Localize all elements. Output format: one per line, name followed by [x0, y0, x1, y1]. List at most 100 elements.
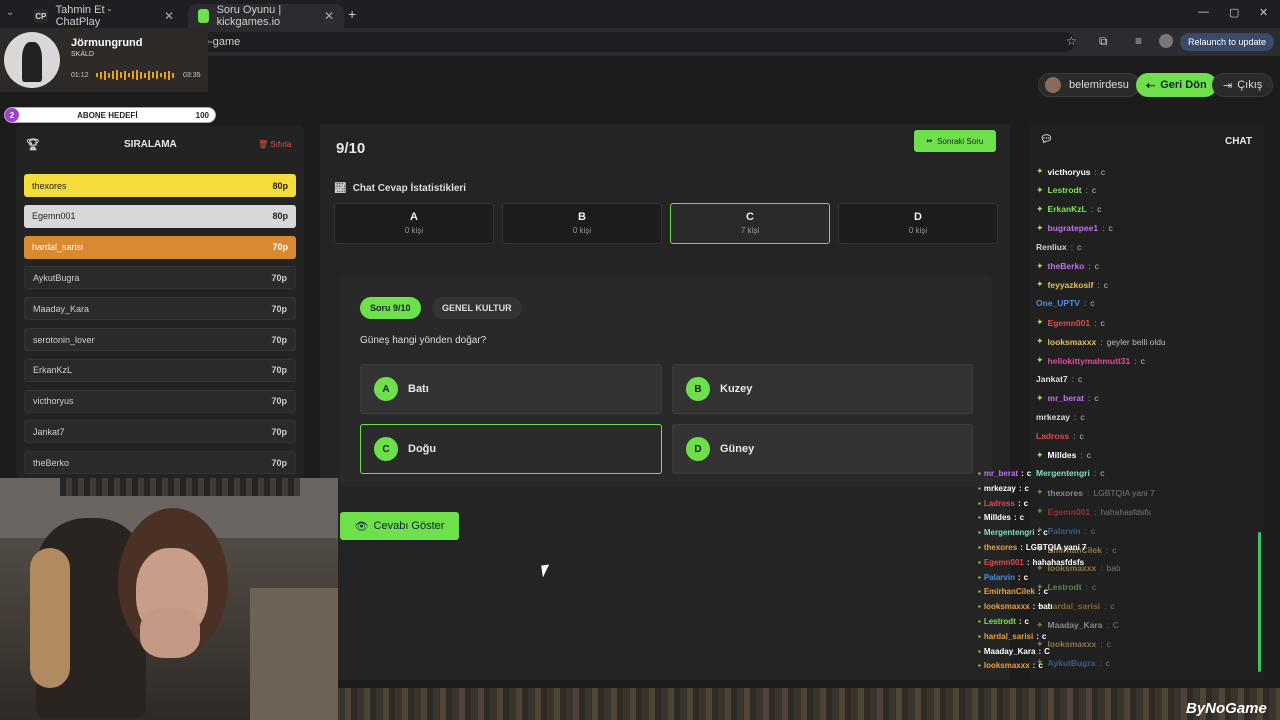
- chat-user[interactable]: mrkezay: [1036, 412, 1070, 422]
- overlay-text: c: [1024, 617, 1029, 626]
- relaunch-button[interactable]: Relaunch to update: [1180, 33, 1275, 51]
- overlay-user: Mergentengri: [983, 528, 1035, 538]
- player-points: 70p: [271, 396, 287, 407]
- tab-chatplay[interactable]: CP Tahmin Et - ChatPlay ✕: [24, 4, 184, 28]
- colon-separator: :: [1102, 223, 1105, 234]
- kickgames-icon: [198, 9, 209, 23]
- leaderboard-row: AykutBugra 70p: [24, 266, 296, 290]
- overlay-text: c: [1038, 661, 1043, 671]
- stat-count: 7 kişi: [740, 226, 760, 235]
- overlay-user: hardal_sarisi: [983, 631, 1034, 641]
- chat-user[interactable]: Jankat7: [1036, 374, 1068, 384]
- chat-text: c: [1078, 373, 1083, 384]
- overlay-chat-line: ▪ Maaday_Kara: C: [978, 647, 1050, 656]
- chat-title: CHAT: [1224, 136, 1252, 147]
- question-badge: Soru 9/10: [360, 297, 421, 319]
- chat-user[interactable]: victhoryus: [1048, 167, 1091, 177]
- chat-header: 💬︎ CHAT: [1030, 130, 1264, 154]
- answer-key-badge: A: [374, 377, 398, 401]
- profile-avatar[interactable]: [1159, 34, 1173, 48]
- player-name: serotonin_lover: [33, 334, 95, 345]
- back-button[interactable]: ⇠ Geri Dön: [1136, 73, 1217, 97]
- overlay-user: Ladross: [983, 498, 1015, 508]
- stat-key: D: [914, 211, 922, 223]
- chat-user[interactable]: bugratepee1: [1048, 223, 1099, 233]
- overlay-badge-icon: ▪: [978, 469, 981, 478]
- leaderboard-row: thexores 80p: [24, 174, 296, 197]
- show-answer-button[interactable]: 👁︎ Cevabı Göster: [340, 512, 459, 540]
- answer-option-c[interactable]: C Doğu: [360, 424, 662, 474]
- answer-stat-b: B 0 kişi: [502, 203, 662, 244]
- overlay-chat-line: ▪ Palarvin: c: [978, 573, 1028, 582]
- overlay-user: Egemn001: [983, 557, 1024, 567]
- chat-user[interactable]: hellokittymahmutt31: [1048, 356, 1131, 366]
- bookmark-star-icon[interactable]: ☆: [1066, 34, 1077, 48]
- overlay-text: c: [1041, 631, 1047, 641]
- chat-user[interactable]: Ladross: [1036, 431, 1069, 441]
- tab-search-icon[interactable]: ⌄: [6, 7, 14, 18]
- stat-count: 0 kişi: [404, 226, 424, 235]
- player-name: Egemn001: [32, 211, 76, 222]
- exit-button[interactable]: ⇥ Çıkış: [1212, 73, 1274, 97]
- leaderboard-row: ErkanKzL 70p: [24, 358, 296, 382]
- user-chip[interactable]: belemirdesu: [1038, 73, 1140, 97]
- reset-button[interactable]: 🗑︎ Sıfırla: [258, 140, 291, 149]
- chat-user[interactable]: Egemn001: [1048, 318, 1091, 328]
- next-question-button[interactable]: ⏩︎ Sonraki Soru: [914, 130, 996, 152]
- colon-separator: :: [1032, 661, 1036, 671]
- stat-key: A: [410, 211, 418, 223]
- chat-user[interactable]: theBerko: [1048, 261, 1085, 271]
- answer-option-b[interactable]: B Kuzey: [672, 364, 973, 414]
- new-tab-button[interactable]: +: [348, 6, 356, 22]
- waveform: [96, 70, 176, 80]
- answer-option-a[interactable]: A Batı: [360, 364, 662, 414]
- chat-text: geyler belli oldu: [1106, 336, 1166, 347]
- leaderboard-title: SIRALAMA: [124, 138, 177, 150]
- stats-title: 📈︎ Chat Cevap İstatistikleri: [334, 183, 466, 194]
- overlay-user: Maaday_Kara: [983, 646, 1036, 656]
- maximize-icon[interactable]: ▢: [1229, 6, 1239, 19]
- overlay-text: hahahasfdsfs: [1032, 557, 1085, 567]
- close-icon[interactable]: ✕: [164, 9, 174, 23]
- chat-text: c: [1079, 430, 1084, 441]
- chat-message: Jankat7: c: [1036, 374, 1082, 384]
- leaderboard-row: victhoryus 70p: [24, 389, 296, 413]
- chat-user[interactable]: Lestrodt: [1048, 185, 1082, 195]
- colon-separator: :: [1085, 185, 1088, 196]
- media-icon[interactable]: ≡: [1135, 34, 1142, 48]
- minimize-icon[interactable]: —: [1198, 6, 1209, 18]
- chat-scrollbar[interactable]: [1258, 532, 1261, 672]
- sub-badge-icon: ✦: [1036, 184, 1044, 195]
- chat-message: ✦ hellokittymahmutt31: c: [1036, 355, 1145, 366]
- colon-separator: :: [1018, 617, 1022, 626]
- track-artist: SKÁLD: [71, 51, 94, 58]
- colon-separator: :: [1134, 355, 1137, 366]
- chat-user[interactable]: feyyazkosif: [1048, 280, 1094, 290]
- chat-message: ✦ theBerko: c: [1036, 261, 1099, 272]
- window-close-icon[interactable]: ✕: [1259, 6, 1268, 19]
- extensions-icon[interactable]: ⧉: [1099, 34, 1108, 49]
- tab-label: Tahmin Et - ChatPlay: [55, 4, 112, 28]
- chat-user[interactable]: looksmaxxx: [1048, 337, 1097, 347]
- chat-user[interactable]: Renliux: [1036, 242, 1067, 252]
- close-icon[interactable]: ✕: [324, 9, 334, 23]
- player-name: victhoryus: [33, 396, 74, 407]
- exit-label: Çıkış: [1237, 79, 1263, 91]
- chat-user[interactable]: ErkanKzL: [1048, 204, 1087, 214]
- chat-user[interactable]: One_UPTV: [1036, 298, 1080, 308]
- player-name: Maaday_Kara: [33, 303, 90, 314]
- answer-key-badge: C: [374, 437, 398, 461]
- category-badge: GENEL KULTUR: [432, 297, 522, 319]
- overlay-badge-icon: ▪: [978, 587, 981, 597]
- player-name: ErkanKzL: [33, 365, 73, 376]
- avatar: [1045, 77, 1061, 93]
- url-field[interactable]: e-game: [195, 32, 1075, 52]
- chat-user[interactable]: mr_berat: [1048, 393, 1084, 403]
- overlay-text: c: [1019, 513, 1025, 523]
- chat-text: c: [1080, 411, 1085, 422]
- tab-kickgames[interactable]: Soru Oyunu | kickgames.io ✕: [188, 4, 344, 28]
- answer-option-d[interactable]: D Güney: [672, 424, 973, 474]
- overlay-badge-icon: ▪: [978, 617, 981, 626]
- goal-count: 2: [5, 108, 19, 122]
- answer-text: Batı: [408, 383, 429, 395]
